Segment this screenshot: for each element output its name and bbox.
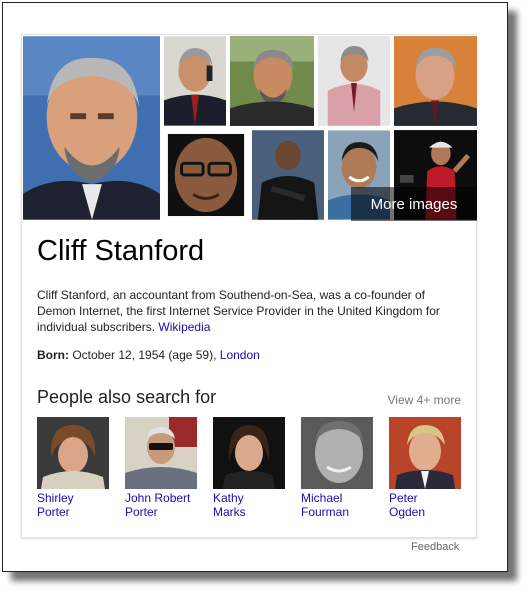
entity-title: Cliff Stanford [37,235,205,267]
related-person-john-robert-porter[interactable]: John Robert Porter [125,417,199,519]
born-label: Born: [37,348,69,362]
entity-description: Cliff Stanford, an accountant from South… [37,287,467,335]
view-more-link[interactable]: View 4+ more [388,393,461,407]
person-name[interactable]: John Robert Porter [125,491,199,519]
related-person-shirley-porter[interactable]: Shirley Porter [37,417,111,519]
person-photo[interactable] [213,417,285,489]
image-thumb-podium[interactable] [317,35,391,127]
people-also-search-heading: People also search for [37,387,217,407]
person-photo[interactable] [389,417,461,489]
related-person-kathy-marks[interactable]: Kathy Marks [213,417,287,519]
image-thumb-stage[interactable] [251,129,325,221]
person-name[interactable]: Kathy Marks [213,491,287,519]
image-thumb-phone[interactable] [163,35,227,127]
born-place-link[interactable]: London [220,348,260,362]
image-thumb-glasses[interactable] [163,129,249,221]
wikipedia-link[interactable]: Wikipedia [158,320,210,334]
person-name[interactable]: Shirley Porter [37,491,111,519]
person-photo[interactable] [125,417,197,489]
more-images-button[interactable]: More images [351,187,477,221]
born-value: October 12, 1954 (age 59), [72,348,217,362]
related-person-peter-ogden[interactable]: Peter Ogden [389,417,463,519]
related-person-michael-fourman[interactable]: Michael Fourman [301,417,375,519]
image-thumb-portrait[interactable] [393,35,478,127]
image-thumb-outdoor[interactable] [229,35,315,127]
person-photo[interactable] [301,417,373,489]
person-name[interactable]: Michael Fourman [301,491,375,519]
knowledge-panel: More images Cliff Stanford Cliff Stanfor… [21,34,478,538]
person-photo[interactable] [37,417,109,489]
person-name[interactable]: Peter Ogden [389,491,463,519]
feedback-link[interactable]: Feedback [411,541,459,553]
born-fact: Born: October 12, 1954 (age 59), London [37,348,260,362]
description-text: Cliff Stanford, an accountant from South… [37,288,440,334]
main-portrait-image[interactable] [22,35,161,221]
